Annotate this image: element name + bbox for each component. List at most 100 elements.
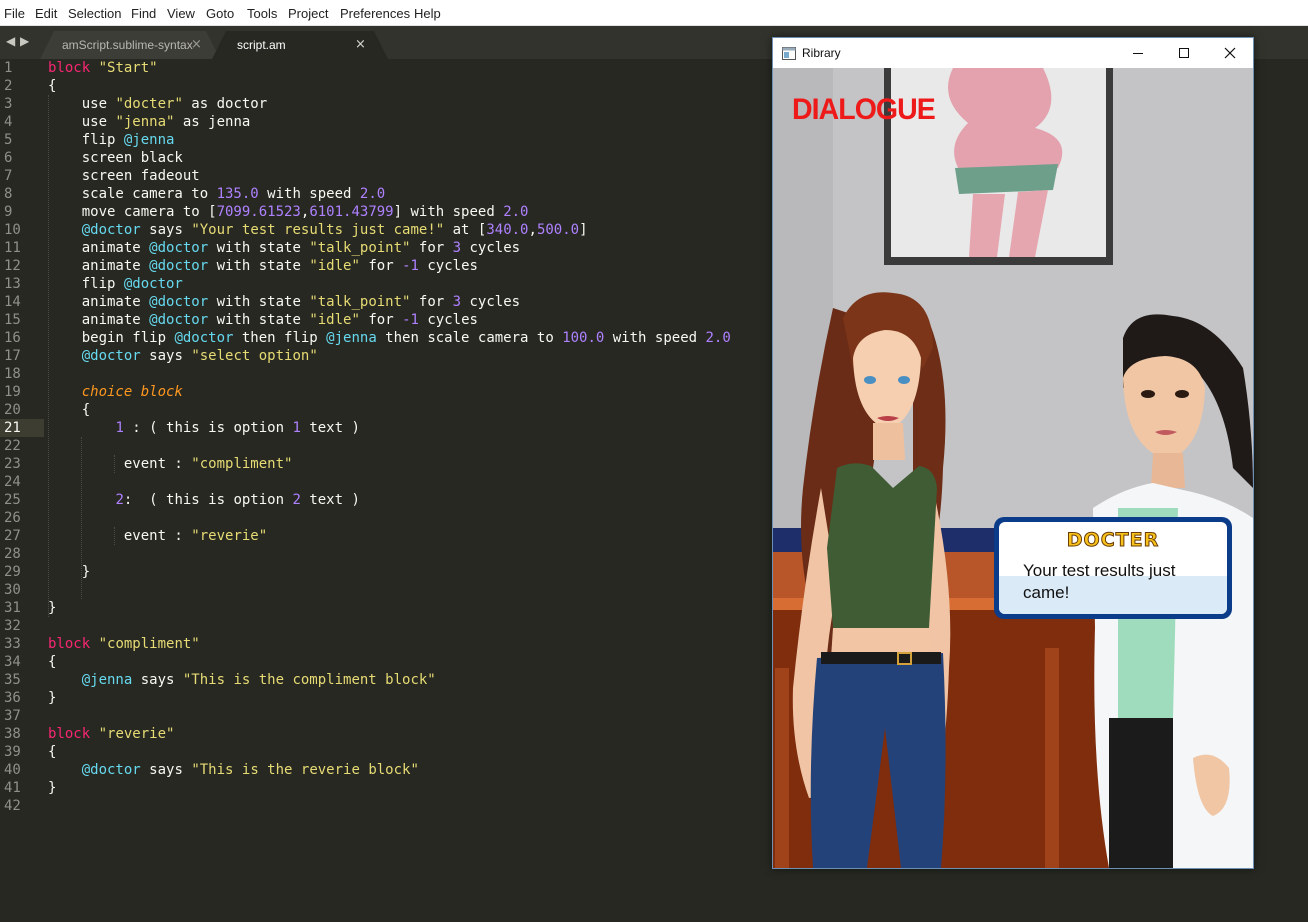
code-line: } bbox=[48, 600, 57, 616]
line-number: 40 bbox=[4, 762, 21, 778]
line-number: 34 bbox=[4, 654, 21, 670]
jenna-eye-right bbox=[898, 376, 910, 384]
code-line: } bbox=[48, 780, 57, 796]
tab-label: amScript.sublime-syntax bbox=[62, 38, 193, 52]
maximize-icon bbox=[1179, 48, 1189, 58]
speech-text: Your test results just came! bbox=[1023, 561, 1176, 602]
menu-selection[interactable]: Selection bbox=[68, 6, 121, 21]
code-line: choice block bbox=[81, 384, 183, 400]
tab-amscript-syntax[interactable]: amScript.sublime-syntax × bbox=[40, 31, 220, 59]
tab-right-arrow-icon[interactable]: ▶ bbox=[20, 34, 29, 48]
speech-bubble[interactable]: DOCTER Your test results just came! bbox=[994, 517, 1232, 619]
line-number: 3 bbox=[4, 96, 13, 112]
code-line: { bbox=[48, 654, 57, 670]
line-number: 33 bbox=[4, 636, 21, 652]
code-line: 1 : ( this is option 1 text ) bbox=[115, 420, 360, 436]
line-number: 4 bbox=[4, 114, 13, 130]
doctor-neck bbox=[1151, 453, 1185, 488]
jenna-belt bbox=[821, 652, 941, 664]
maximize-button[interactable] bbox=[1161, 38, 1207, 68]
menu-preferences[interactable]: Preferences bbox=[340, 6, 410, 21]
code-line: { bbox=[48, 78, 57, 94]
code-line: } bbox=[48, 690, 57, 706]
code-line: event : "reverie" bbox=[48, 528, 268, 544]
menu-goto[interactable]: Goto bbox=[206, 6, 234, 21]
line-number: 26 bbox=[4, 510, 21, 526]
code-line: { bbox=[48, 402, 91, 418]
line-number: 7 bbox=[4, 168, 13, 184]
code-line: use "docter" as doctor bbox=[48, 96, 268, 112]
code-line: flip @doctor bbox=[48, 276, 183, 292]
code-line: 2: ( this is option 2 text ) bbox=[115, 492, 360, 508]
painting-skirt bbox=[955, 164, 1058, 194]
code-line: animate @doctor with state "talk_point" … bbox=[48, 240, 521, 256]
game-window[interactable]: Ribrary DIALOGUE DOCTER Your test result… bbox=[772, 37, 1254, 869]
code-line: use "jenna" as jenna bbox=[48, 114, 251, 130]
line-number: 41 bbox=[4, 780, 21, 796]
code-line: scale camera to 135.0 with speed 2.0 bbox=[48, 186, 386, 202]
menu-bar: File Edit Selection Find View Goto Tools… bbox=[0, 0, 1308, 26]
code-line: @jenna says "This is the compliment bloc… bbox=[81, 672, 436, 688]
code-line: screen black bbox=[48, 150, 183, 166]
line-number: 21 bbox=[4, 420, 21, 436]
menu-edit[interactable]: Edit bbox=[35, 6, 57, 21]
line-number: 23 bbox=[4, 456, 21, 472]
line-number: 29 bbox=[4, 564, 21, 580]
line-number: 28 bbox=[4, 546, 21, 562]
line-number: 1 bbox=[4, 60, 13, 76]
menu-view[interactable]: View bbox=[167, 6, 195, 21]
menu-file[interactable]: File bbox=[4, 6, 25, 21]
speech-bubble-inner: DOCTER Your test results just came! bbox=[999, 522, 1227, 614]
code-line: screen fadeout bbox=[48, 168, 200, 184]
line-number: 16 bbox=[4, 330, 21, 346]
code-line: begin flip @doctor then flip @jenna then… bbox=[48, 330, 731, 346]
tab-left-arrow-icon[interactable]: ◀ bbox=[6, 34, 15, 48]
doctor-eye-right bbox=[1175, 390, 1189, 398]
line-number: 22 bbox=[4, 438, 21, 454]
jenna-eye-left bbox=[864, 376, 876, 384]
code-line: @doctor says "This is the reverie block" bbox=[81, 762, 419, 778]
speaker-name: DOCTER bbox=[1066, 529, 1160, 552]
menu-project[interactable]: Project bbox=[288, 6, 328, 21]
line-number: 2 bbox=[4, 78, 13, 94]
line-number: 19 bbox=[4, 384, 21, 400]
line-number: 8 bbox=[4, 186, 13, 202]
minimize-button[interactable] bbox=[1115, 38, 1161, 68]
line-number: 13 bbox=[4, 276, 21, 292]
line-number: 20 bbox=[4, 402, 21, 418]
doctor-pants bbox=[1109, 718, 1173, 868]
line-number: 42 bbox=[4, 798, 21, 814]
code-line: flip @jenna bbox=[48, 132, 175, 148]
code-line: { bbox=[48, 744, 57, 760]
dialogue-label: DIALOGUE bbox=[792, 93, 936, 126]
close-button[interactable] bbox=[1207, 38, 1253, 68]
line-number: 18 bbox=[4, 366, 21, 382]
code-line: event : "compliment" bbox=[48, 456, 293, 472]
line-number: 35 bbox=[4, 672, 21, 688]
line-number: 10 bbox=[4, 222, 21, 238]
menu-find[interactable]: Find bbox=[131, 6, 156, 21]
doctor-eye-left bbox=[1141, 390, 1155, 398]
cabinet-leg bbox=[1045, 648, 1059, 868]
app-window-icon bbox=[782, 47, 796, 60]
line-number: 9 bbox=[4, 204, 13, 220]
code-editor[interactable]: 1 2 3 4 5 6 7 8 9 10 11 12 13 14 15 16 17 18 19 20 21 22 23 24 2… bbox=[0, 59, 772, 922]
line-number: 17 bbox=[4, 348, 21, 364]
close-icon[interactable]: × bbox=[191, 37, 202, 52]
scene-illustration bbox=[773, 68, 1253, 868]
line-number: 25 bbox=[4, 492, 21, 508]
tab-script-am[interactable]: script.am × bbox=[212, 31, 388, 59]
cabinet-leg bbox=[775, 668, 789, 868]
menu-help[interactable]: Help bbox=[414, 6, 441, 21]
line-number: 5 bbox=[4, 132, 13, 148]
code-line: block "Start" bbox=[48, 60, 158, 76]
line-number: 38 bbox=[4, 726, 21, 742]
code-line: animate @doctor with state "talk_point" … bbox=[48, 294, 521, 310]
line-number: 24 bbox=[4, 474, 21, 490]
close-icon[interactable]: × bbox=[355, 37, 366, 52]
window-titlebar[interactable]: Ribrary bbox=[773, 38, 1253, 68]
code-line: } bbox=[48, 564, 91, 580]
menu-tools[interactable]: Tools bbox=[247, 6, 277, 21]
game-scene[interactable]: DIALOGUE DOCTER Your test results just c… bbox=[773, 68, 1253, 868]
line-number: 6 bbox=[4, 150, 13, 166]
